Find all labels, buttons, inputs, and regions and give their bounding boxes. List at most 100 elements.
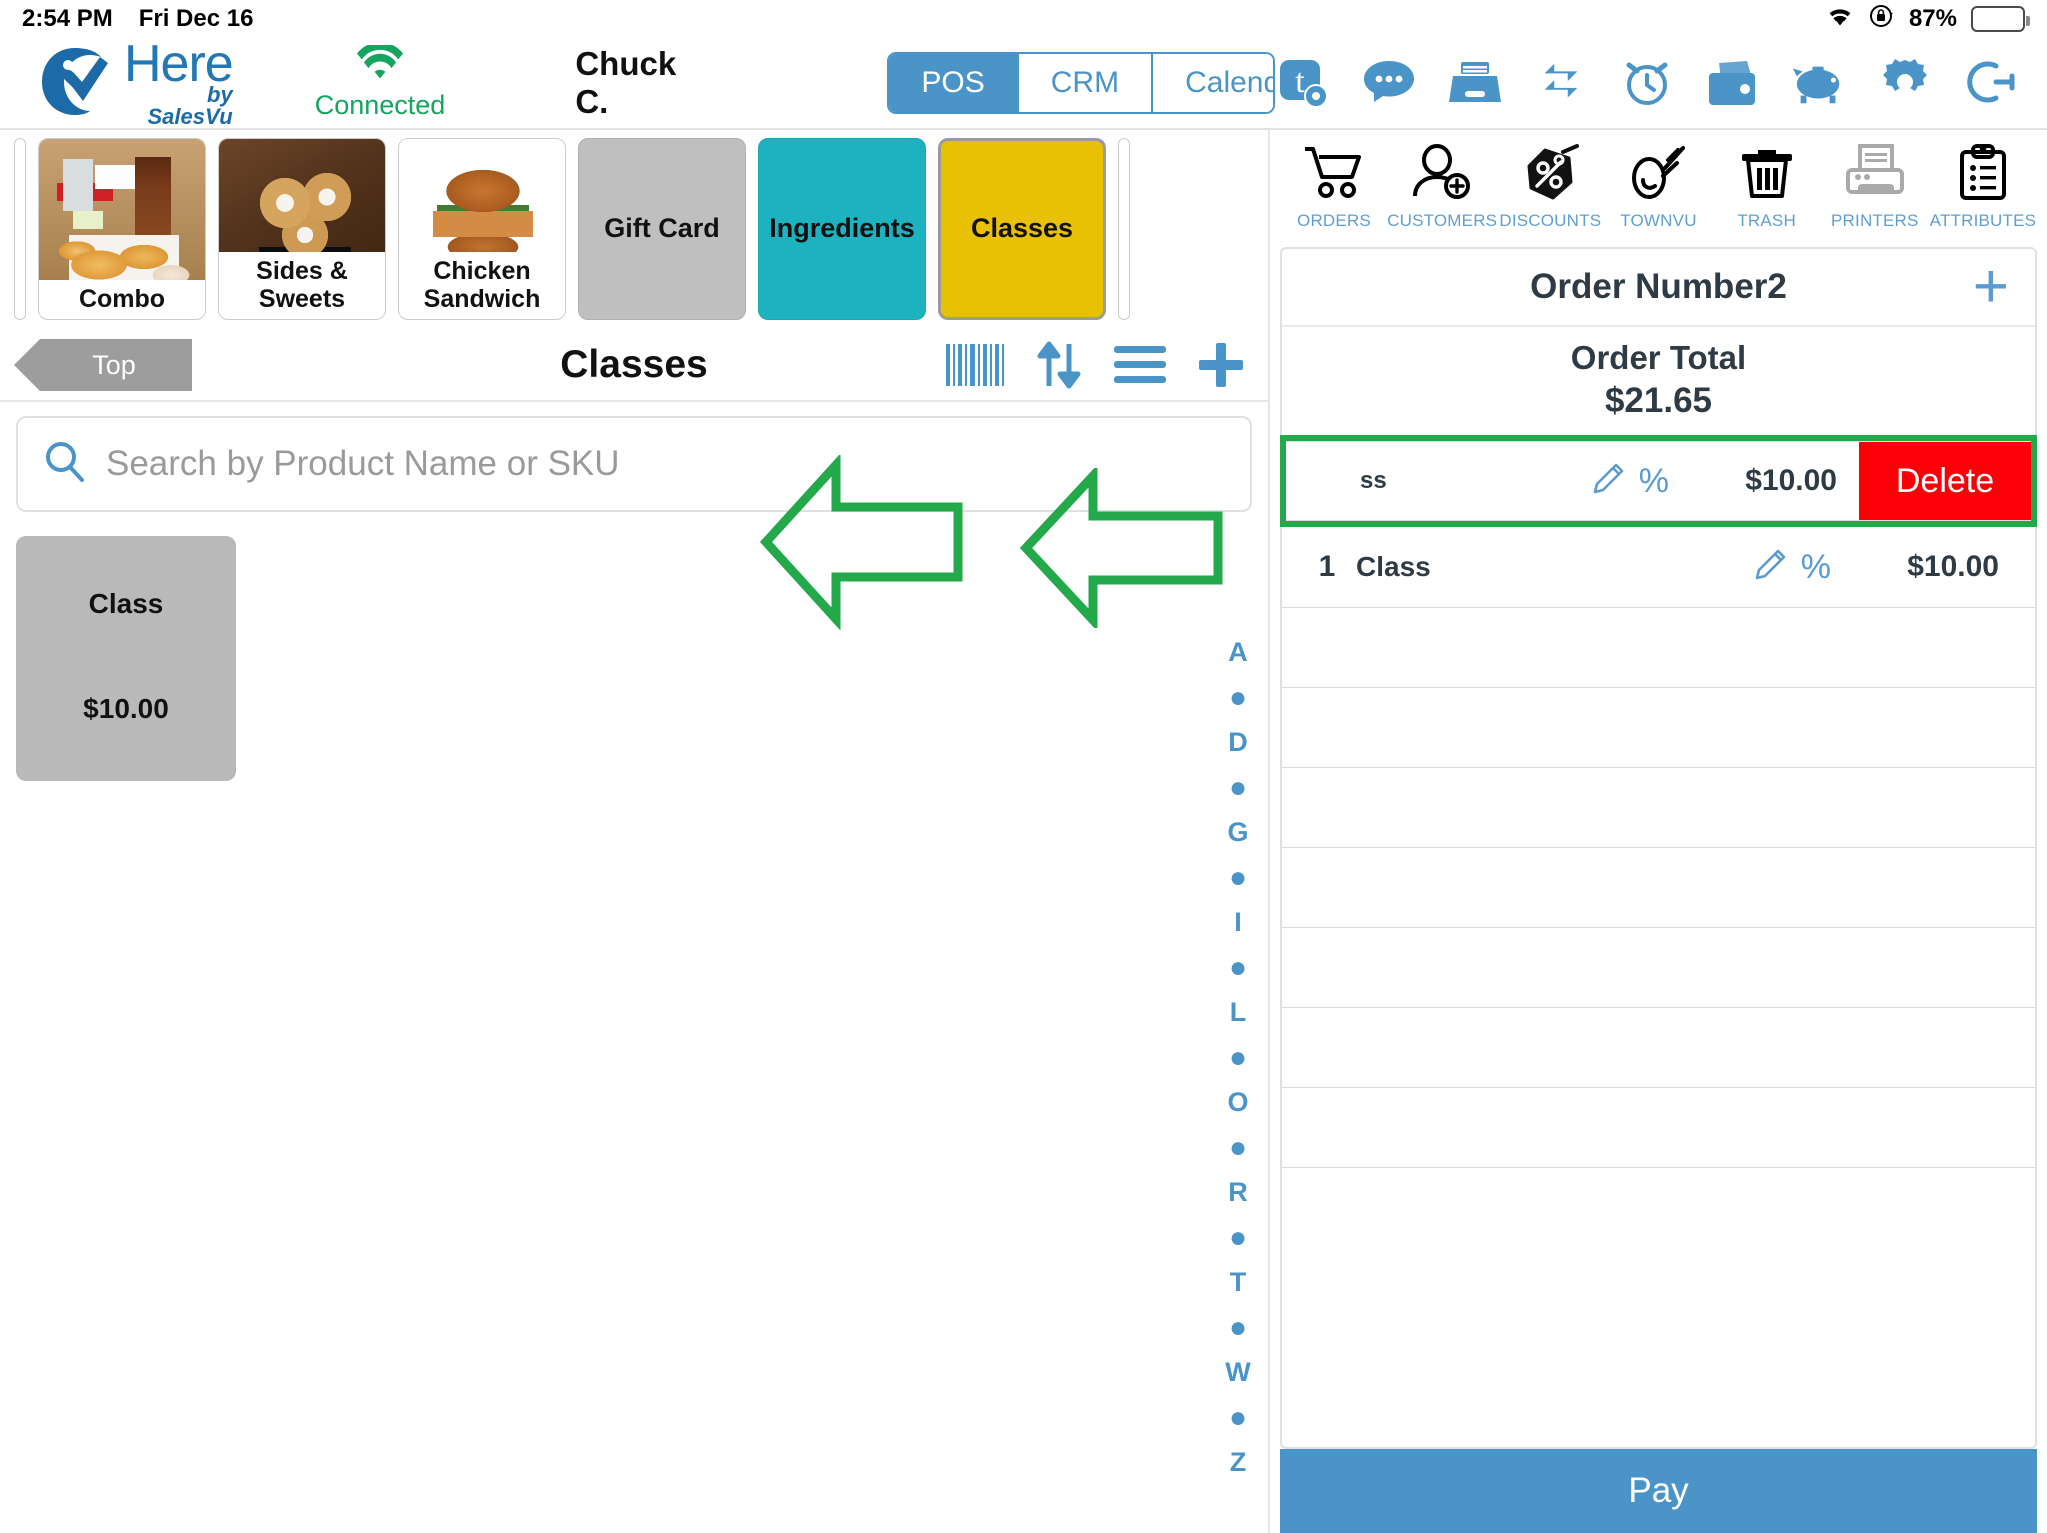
connection-status: Connected [314, 42, 446, 121]
back-to-top-button[interactable]: Top [14, 339, 192, 391]
transfer-icon[interactable] [1533, 55, 1589, 111]
empty-row[interactable] [1282, 927, 2035, 1007]
section-header: Top Classes [0, 330, 1268, 402]
toolbar-trash[interactable]: TRASH [1715, 144, 1819, 231]
category-tile-partial[interactable] [14, 138, 26, 320]
mode-tabs[interactable]: POS CRM Calendar [887, 52, 1275, 114]
toolbar-label: ORDERS [1297, 211, 1371, 230]
connection-label: Connected [314, 90, 446, 120]
percent-icon[interactable]: % [1639, 462, 1669, 501]
search-input[interactable] [106, 444, 1226, 484]
alpha-index-dot[interactable]: ● [1229, 1035, 1247, 1080]
toolbar-attributes[interactable]: ATTRIBUTES [1930, 144, 2036, 231]
category-label: Ingredients [769, 213, 915, 244]
category-tile-sides-sweets[interactable]: Sides & Sweets [218, 138, 386, 320]
battery-icon [1971, 6, 2030, 32]
alpha-index-dot[interactable]: ● [1229, 1125, 1247, 1170]
category-strip[interactable]: Combo Sides & Sweets Chicken Sandwich Gi… [0, 130, 1268, 330]
pencil-icon[interactable] [1753, 548, 1787, 587]
alpha-index-item[interactable]: Z [1230, 1440, 1247, 1485]
alpha-index-item[interactable]: A [1228, 630, 1248, 675]
alpha-index-dot[interactable]: ● [1229, 675, 1247, 720]
empty-row[interactable] [1282, 847, 2035, 927]
discount-tag-icon [1519, 144, 1581, 205]
piggy-bank-icon[interactable] [1791, 55, 1847, 111]
here-logo-icon [34, 42, 116, 124]
alpha-index-item[interactable]: L [1230, 990, 1247, 1035]
wallet-icon[interactable] [1705, 55, 1761, 111]
empty-row[interactable] [1282, 607, 2035, 687]
alpha-index-dot[interactable]: ● [1229, 855, 1247, 900]
tab-pos[interactable]: POS [889, 54, 1019, 112]
alpha-index-item[interactable]: T [1230, 1260, 1247, 1305]
clipboard-icon [1952, 144, 2014, 205]
rotation-lock-icon [1869, 3, 1895, 36]
alpha-index-item[interactable]: I [1234, 900, 1242, 945]
toolbar-label: DISCOUNTS [1499, 211, 1602, 230]
category-label: Sides & Sweets [256, 257, 348, 313]
order-total-value: $21.65 [1604, 381, 1713, 420]
add-order-icon[interactable]: + [1973, 256, 2009, 318]
chicken-sandwich-photo [399, 139, 565, 252]
logout-icon[interactable] [1963, 55, 2019, 111]
plus-icon[interactable] [1196, 340, 1246, 390]
percent-icon[interactable]: % [1801, 548, 1831, 587]
toolbar-printers[interactable]: PRINTERS [1823, 144, 1927, 231]
alpha-index-item[interactable]: G [1227, 810, 1248, 855]
category-tile-classes[interactable]: Classes [938, 138, 1106, 320]
category-tile-partial-end[interactable] [1118, 138, 1130, 320]
empty-row[interactable] [1282, 687, 2035, 767]
barcode-icon[interactable] [944, 342, 1006, 388]
drawer-icon[interactable] [1447, 55, 1503, 111]
toolbar-townvu[interactable]: TOWNVU [1606, 144, 1710, 231]
empty-row[interactable] [1282, 1167, 2035, 1247]
toolbar-customers[interactable]: CUSTOMERS [1387, 144, 1498, 231]
sort-icon[interactable] [1034, 340, 1084, 390]
order-header: Order Number2 + [1282, 249, 2035, 327]
messages-icon[interactable] [1361, 55, 1417, 111]
category-tile-gift-card[interactable]: Gift Card [578, 138, 746, 320]
table-row[interactable]: 1 Class % $10.00 [1282, 527, 2035, 607]
status-time: 2:54 PM [22, 5, 113, 32]
empty-row[interactable] [1282, 767, 2035, 847]
alarm-clock-icon[interactable] [1619, 55, 1675, 111]
alpha-index-dot[interactable]: ● [1229, 765, 1247, 810]
alpha-index-dot[interactable]: ● [1229, 1395, 1247, 1440]
category-label: Classes [970, 213, 1074, 244]
alpha-index-item[interactable]: W [1225, 1350, 1250, 1395]
alpha-index-item[interactable]: D [1228, 720, 1248, 765]
table-row[interactable]: ss % $10.00 Delete [1286, 441, 2031, 521]
svg-text:t: t [1295, 63, 1305, 100]
townvu-settings-icon[interactable]: t [1275, 55, 1331, 111]
sides-sweets-photo [219, 139, 385, 252]
toolbar-discounts[interactable]: DISCOUNTS [1498, 144, 1602, 231]
tab-crm[interactable]: CRM [1018, 54, 1154, 112]
alpha-index-dot[interactable]: ● [1229, 1215, 1247, 1260]
search-box[interactable] [16, 416, 1252, 512]
alpha-index-dot[interactable]: ● [1229, 945, 1247, 990]
alpha-index-item[interactable]: R [1228, 1170, 1248, 1215]
trash-icon [1736, 144, 1798, 205]
list-icon[interactable] [1112, 342, 1168, 388]
category-tile-combo[interactable]: Combo [38, 138, 206, 320]
toolbar-orders[interactable]: ORDERS [1282, 144, 1386, 231]
empty-row[interactable] [1282, 1087, 2035, 1167]
cart-icon [1303, 144, 1365, 205]
empty-row[interactable] [1282, 1007, 2035, 1087]
alpha-index-dot[interactable]: ● [1229, 1305, 1247, 1350]
tab-calendar[interactable]: Calendar [1153, 54, 1274, 112]
category-tile-chicken-sandwich[interactable]: Chicken Sandwich [398, 138, 566, 320]
add-customer-icon [1411, 144, 1473, 205]
delete-button[interactable]: Delete [1859, 442, 2031, 520]
pay-button[interactable]: Pay [1280, 1449, 2037, 1533]
alphabet-index[interactable]: A ● D ● G ● I ● L ● O ● R ● T ● W ● Z [1215, 630, 1261, 1485]
category-tile-ingredients[interactable]: Ingredients [758, 138, 926, 320]
alpha-index-item[interactable]: O [1227, 1080, 1248, 1125]
gear-icon[interactable] [1877, 55, 1933, 111]
line-name: Class [1356, 551, 1431, 582]
toolbar-label: CUSTOMERS [1387, 211, 1498, 230]
pencil-icon[interactable] [1591, 462, 1625, 501]
toolbar-label: PRINTERS [1831, 211, 1919, 230]
product-tile-class[interactable]: Class $10.00 [16, 536, 236, 781]
printer-icon [1844, 144, 1906, 205]
